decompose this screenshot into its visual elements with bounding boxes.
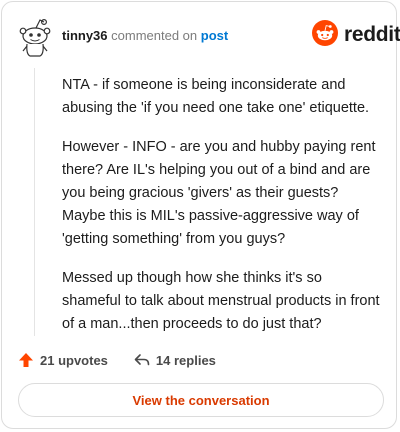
comment-paragraph: Messed up though how she thinks it's so …: [62, 270, 380, 332]
comment-attribution: tinny36 commented on post: [62, 28, 228, 43]
username-link[interactable]: tinny36: [62, 28, 108, 43]
comment-body: NTA - if someone is being inconsiderate …: [62, 74, 382, 352]
comment-card: tinny36 commented on post reddit NTA - i…: [1, 1, 400, 429]
comment-header: tinny36 commented on post reddit: [2, 2, 400, 62]
reddit-logo-icon: [312, 19, 338, 51]
reddit-brand[interactable]: reddit: [312, 19, 400, 51]
upvote-count: 21 upvotes: [40, 352, 108, 368]
snoo-avatar-icon: [18, 18, 52, 58]
comment-paragraph: However - INFO - are you and hubby payin…: [62, 139, 376, 247]
comment-paragraph: NTA - if someone is being inconsiderate …: [62, 77, 370, 116]
reply-arrow-icon: [134, 352, 150, 368]
post-link[interactable]: post: [201, 28, 228, 43]
replies-button[interactable]: 14 replies: [134, 352, 216, 368]
upvote-arrow-icon: [18, 352, 34, 368]
comment-actions: 21 upvotes 14 replies: [18, 350, 216, 370]
upvote-button[interactable]: 21 upvotes: [18, 352, 108, 368]
attribution-text: commented on: [111, 28, 198, 43]
thread-line: [34, 68, 35, 336]
view-conversation-button[interactable]: View the conversation: [18, 383, 384, 417]
reply-count: 14 replies: [155, 352, 216, 368]
reddit-wordmark: reddit: [344, 23, 400, 46]
